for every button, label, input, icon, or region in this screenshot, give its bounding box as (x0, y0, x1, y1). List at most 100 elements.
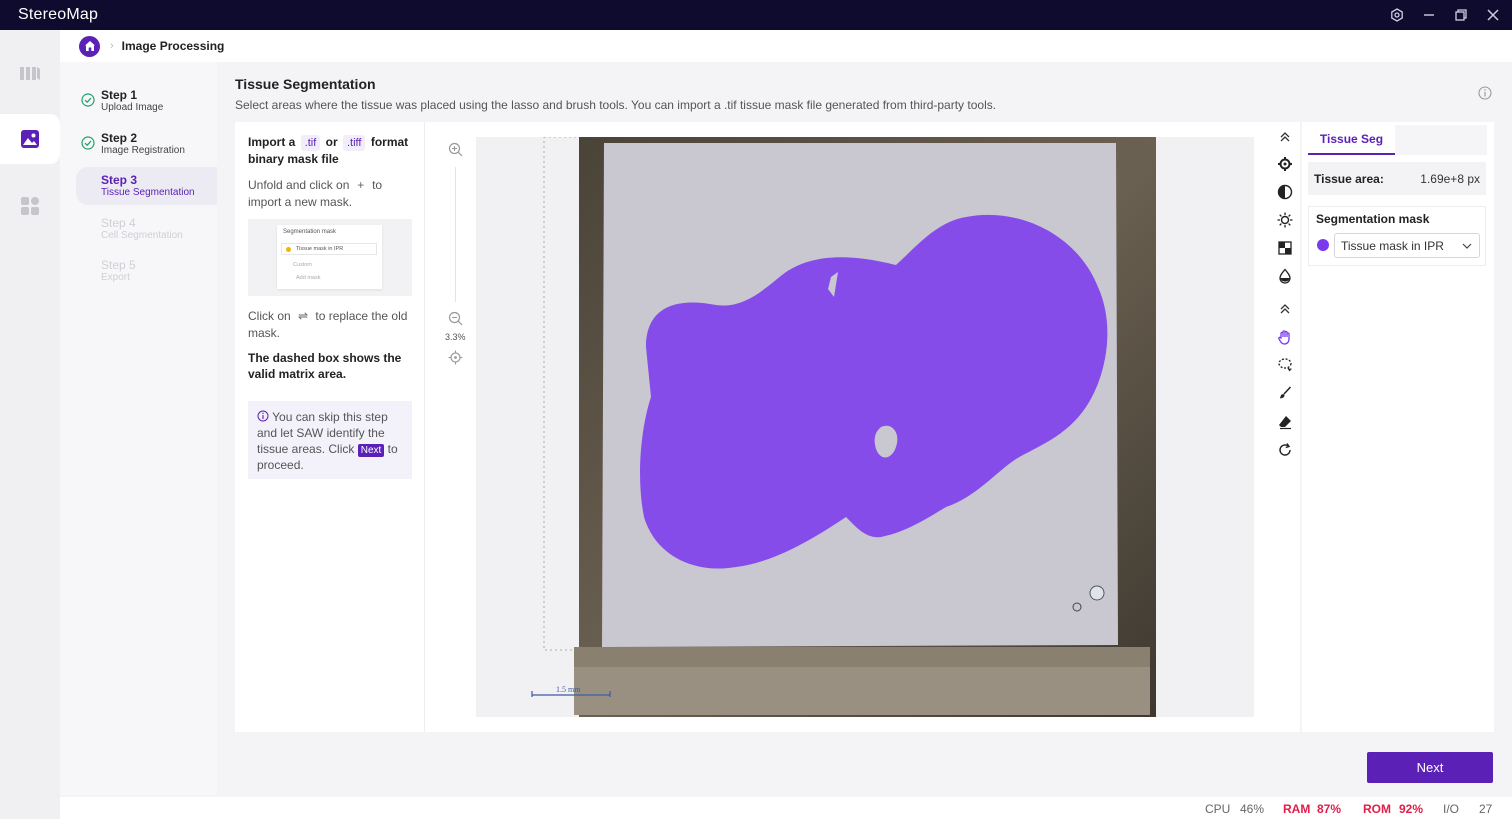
zoom-slider[interactable] (455, 167, 456, 302)
steps-sidebar: Step 1 Upload Image Step 2 Image Registr… (60, 62, 217, 795)
thumbnail-select: Tissue mask in IPR (281, 243, 377, 255)
image-canvas[interactable]: 1.5 mm (476, 136, 1254, 717)
hand-pan-icon[interactable] (1276, 328, 1294, 346)
tissue-area-row: Tissue area: 1.69e+8 px (1308, 162, 1486, 195)
segmentation-mask-label: Segmentation mask (1316, 212, 1430, 226)
home-icon (84, 41, 95, 51)
import-prefix-text: Import a (248, 135, 296, 149)
tissue-area-value: 1.69e+8 px (1420, 172, 1480, 186)
contrast-icon[interactable] (1276, 183, 1294, 201)
chevron-down-icon (1462, 243, 1472, 249)
zoom-level: 3.3% (445, 332, 466, 342)
guide-panel: Import a .tif or .tiff format binary mas… (235, 122, 425, 732)
ram-value: 87% (1317, 802, 1342, 816)
redo-icon[interactable] (1276, 441, 1294, 459)
segmentation-mask-section: Segmentation mask Tissue mask in IPR (1308, 206, 1486, 266)
thumbnail-custom: Custom (293, 262, 312, 268)
format-text: format (370, 135, 409, 149)
home-button[interactable] (79, 35, 100, 57)
brush-icon[interactable] (1276, 384, 1294, 402)
workspace-panel: Import a .tif or .tiff format binary mas… (235, 122, 1270, 732)
page-description: Select areas where the tissue was placed… (235, 98, 997, 112)
step-subtitle: Export (101, 272, 130, 283)
unfold-rest-text: import a new mask. (248, 195, 353, 209)
replace-instruction: Click on ⇌ to replace the old mask. (248, 308, 418, 342)
opacity-drop-icon[interactable] (1276, 267, 1294, 285)
thumbnail-title: Segmentation mask (283, 229, 337, 235)
recenter-icon[interactable] (448, 350, 463, 365)
title-bar: StereoMap (0, 0, 1512, 30)
tiff-tag: .tiff (343, 135, 366, 151)
rail-image-processing-button[interactable] (0, 114, 60, 164)
zoom-in-icon[interactable] (448, 142, 463, 157)
rom-value: 92% (1399, 802, 1424, 816)
io-label: I/O (1443, 802, 1460, 816)
thumbnail-add-mask: Add mask (296, 275, 321, 281)
chevron-right-icon: › (110, 40, 114, 52)
step-5: Step 5 Export (76, 252, 217, 290)
rail-map-button[interactable] (0, 48, 60, 98)
status-bar: CPU 46% RAM 87% ROM 92% I/O 27 (60, 797, 1512, 819)
rom-label: ROM (1363, 802, 1391, 816)
scale-bar-label: 1.5 mm (556, 685, 581, 694)
cpu-label: CPU (1205, 802, 1231, 816)
unfold-instruction: Unfold and click on + to import a new ma… (248, 177, 418, 211)
unfold-to-text: to (372, 178, 383, 192)
collapse-up-icon[interactable] (1276, 300, 1294, 318)
checker-grid-icon[interactable] (1276, 239, 1294, 257)
step-3[interactable]: Step 3 Tissue Segmentation (76, 167, 217, 205)
right-panel: Tissue Seg Tissue area: 1.69e+8 px Segme… (1302, 122, 1494, 732)
step-1[interactable]: Step 1 Upload Image (76, 82, 217, 120)
apps-icon (21, 197, 39, 215)
speck-marker (1089, 585, 1105, 601)
tab-tissue-seg[interactable]: Tissue Seg (1308, 125, 1395, 155)
info-icon (257, 410, 269, 422)
unfold-text: Unfold and click on (248, 178, 350, 192)
plus-icon: + (357, 178, 365, 192)
dashed-box-note: The dashed box shows the valid matrix ar… (248, 351, 402, 381)
step-4: Step 4 Cell Segmentation (76, 210, 217, 248)
tif-tag: .tif (300, 135, 321, 151)
info-icon[interactable] (1478, 86, 1492, 100)
selected-mask: Tissue mask in IPR (1341, 239, 1444, 253)
step-title: Step 3 (101, 173, 138, 187)
minimize-icon[interactable] (1420, 6, 1438, 24)
swap-icon: ⇌ (298, 309, 309, 323)
eraser-icon[interactable] (1276, 413, 1294, 431)
brightness-icon[interactable] (1276, 211, 1294, 229)
step-subtitle: Cell Segmentation (101, 230, 183, 241)
close-icon[interactable] (1484, 6, 1502, 24)
cpu-value: 46% (1240, 802, 1265, 816)
app-title: StereoMap (18, 6, 99, 23)
gear-adjust-icon[interactable] (1276, 155, 1294, 173)
image-icon (21, 130, 39, 148)
rail-apps-button[interactable] (0, 181, 60, 231)
map-icon (20, 67, 40, 80)
skip-note: You can skip this step and let SAW ident… (248, 401, 412, 479)
window-controls (1388, 0, 1502, 30)
step-title: Step 4 (101, 216, 136, 230)
io-value: 27 (1479, 802, 1493, 816)
settings-icon[interactable] (1388, 6, 1406, 24)
tab-bar-background (1395, 125, 1487, 155)
page-title: Tissue Segmentation (235, 76, 376, 92)
breadcrumb: › Image Processing (60, 30, 1512, 62)
step-subtitle: Upload Image (101, 102, 164, 113)
zoom-out-icon[interactable] (448, 311, 463, 326)
binary-mask-text: binary mask file (248, 152, 339, 166)
check-circle-icon (81, 136, 95, 150)
segmentation-mask-select[interactable]: Tissue mask in IPR (1334, 233, 1480, 258)
step-title: Step 2 (101, 131, 138, 145)
tool-column (1270, 122, 1300, 732)
next-chip: Next (357, 444, 385, 457)
step-title: Step 1 (101, 88, 138, 102)
next-button[interactable]: Next (1367, 752, 1493, 783)
step-2[interactable]: Step 2 Image Registration (76, 125, 217, 163)
or-text: or (325, 135, 338, 149)
mask-color-dot[interactable] (1317, 239, 1329, 251)
mask-preview-thumbnail: Segmentation mask Tissue mask in IPR Cus… (248, 219, 412, 296)
restore-icon[interactable] (1452, 6, 1470, 24)
collapse-up-icon[interactable] (1276, 128, 1294, 146)
lasso-icon[interactable] (1276, 356, 1294, 374)
replace-text: Click on (248, 309, 291, 323)
